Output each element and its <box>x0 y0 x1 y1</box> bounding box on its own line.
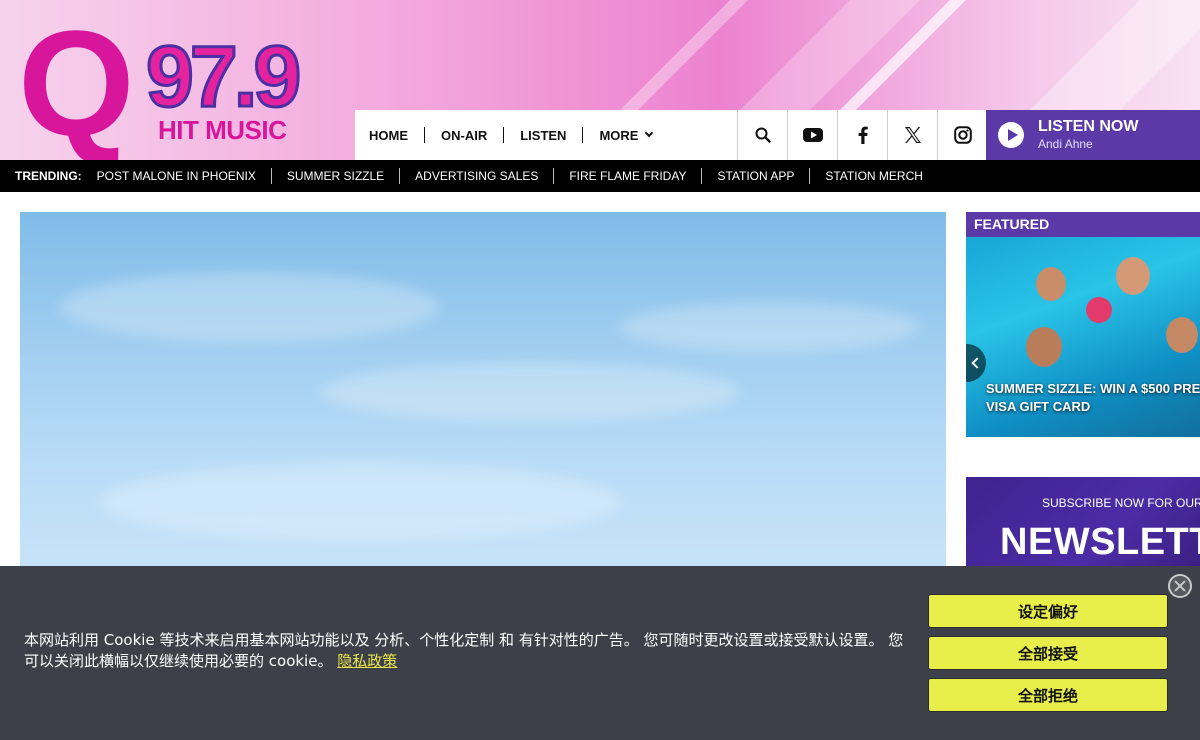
facebook-button[interactable] <box>837 110 887 160</box>
cookie-message-text: 本网站利用 Cookie 等技术来启用基本网站功能以及 分析、个性化定制 和 有… <box>24 631 904 670</box>
x-icon <box>904 127 921 143</box>
chevron-down-icon <box>645 128 654 138</box>
featured-heading: FEATURED <box>966 212 1200 237</box>
cloud-shape <box>620 302 920 352</box>
cloud-shape <box>60 272 440 342</box>
privacy-policy-link[interactable]: 隐私政策 <box>337 652 397 670</box>
nav-divider <box>424 127 425 143</box>
station-logo[interactable]: Q 97.9 HIT MUSIC <box>18 8 338 158</box>
newsletter-promo[interactable]: SUBSCRIBE NOW FOR OUR NEWSLETTE <box>966 477 1200 577</box>
trending-bar: TRENDING: POST MALONE IN PHOENIX SUMMER … <box>0 160 1200 192</box>
listen-now-text: LISTEN NOW Andi Ahne <box>1038 118 1138 152</box>
listen-now-button[interactable]: LISTEN NOW Andi Ahne <box>986 110 1200 160</box>
nav-divider <box>582 127 584 143</box>
chevron-left-icon <box>971 357 983 369</box>
nav-more[interactable]: MORE <box>599 128 668 143</box>
carousel-prev-button[interactable] <box>966 344 986 382</box>
featured-photo-shape <box>1026 327 1062 367</box>
listen-now-host: Andi Ahne <box>1038 137 1093 151</box>
logo-frequency: 97.9 <box>144 29 302 125</box>
trending-item[interactable]: SUMMER SIZZLE <box>270 168 399 184</box>
featured-photo-shape <box>1036 267 1066 301</box>
newsletter-subtitle: SUBSCRIBE NOW FOR OUR <box>1042 496 1200 510</box>
search-button[interactable] <box>737 110 787 160</box>
cookie-banner: 本网站利用 Cookie 等技术来启用基本网站功能以及 分析、个性化定制 和 有… <box>0 566 1200 740</box>
trending-item[interactable]: STATION MERCH <box>809 168 938 184</box>
nav-divider <box>503 127 505 143</box>
trending-item[interactable]: ADVERTISING SALES <box>399 168 553 184</box>
cookie-accept-all-button[interactable]: 全部接受 <box>928 636 1168 670</box>
featured-carousel: FEATURED SUMMER SIZZLE: WIN A $500 PREP … <box>966 212 1200 437</box>
nav-on-air[interactable]: ON-AIR <box>441 128 503 143</box>
close-icon[interactable] <box>1168 574 1192 598</box>
trending-item[interactable]: POST MALONE IN PHOENIX <box>97 168 271 184</box>
instagram-button[interactable] <box>937 110 987 160</box>
featured-photo-shape <box>1086 297 1112 323</box>
x-button[interactable] <box>887 110 937 160</box>
listen-now-title: LISTEN NOW <box>1038 118 1139 135</box>
nav-listen[interactable]: LISTEN <box>520 128 582 143</box>
featured-caption[interactable]: SUMMER SIZZLE: WIN A $500 PREP VISA GIFT… <box>986 380 1200 416</box>
cookie-reject-all-button[interactable]: 全部拒绝 <box>928 678 1168 712</box>
page: Q 97.9 HIT MUSIC HOME ON-AIR LISTEN MORE <box>0 0 1200 740</box>
featured-photo-shape <box>1166 317 1198 353</box>
hero-image[interactable] <box>20 212 946 572</box>
cloud-shape <box>320 362 740 422</box>
cookie-preferences-button[interactable]: 设定偏好 <box>928 594 1168 628</box>
search-icon <box>755 127 771 143</box>
youtube-icon <box>802 128 823 142</box>
logo-letter: Q <box>18 0 135 160</box>
logo-tagline: HIT MUSIC <box>158 115 287 145</box>
cloud-shape <box>100 462 620 542</box>
trending-item[interactable]: STATION APP <box>701 168 809 184</box>
play-icon <box>998 122 1024 148</box>
cookie-message: 本网站利用 Cookie 等技术来启用基本网站功能以及 分析、个性化定制 和 有… <box>24 630 914 672</box>
trending-item[interactable]: FIRE FLAME FRIDAY <box>553 168 701 184</box>
instagram-icon <box>953 126 972 144</box>
trending-label: TRENDING: <box>15 169 82 183</box>
nav-icon-bar <box>737 110 987 160</box>
featured-photo-shape <box>1116 257 1150 295</box>
youtube-button[interactable] <box>787 110 837 160</box>
newsletter-title: NEWSLETTE <box>1000 521 1200 563</box>
nav-links: HOME ON-AIR LISTEN MORE <box>355 110 737 160</box>
facebook-icon <box>858 126 868 144</box>
nav-home[interactable]: HOME <box>369 128 424 143</box>
main-nav: HOME ON-AIR LISTEN MORE LISTEN NOW Andi … <box>355 110 1200 160</box>
nav-more-label: MORE <box>599 127 639 143</box>
